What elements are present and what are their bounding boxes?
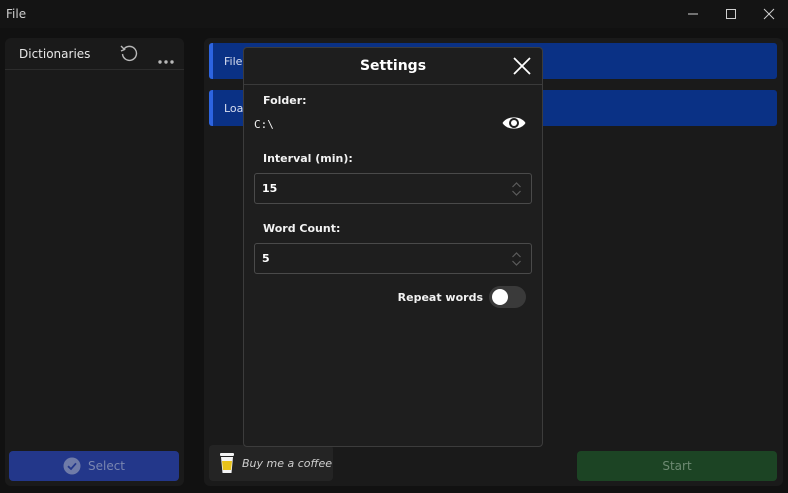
close-window-button[interactable]	[750, 0, 788, 28]
interval-label: Interval (min):	[263, 152, 353, 165]
show-folder-button[interactable]	[501, 114, 527, 136]
repeat-words-toggle[interactable]	[489, 286, 526, 308]
maximize-button[interactable]	[712, 0, 750, 28]
title-bar: File	[0, 0, 788, 28]
coffee-cup-icon	[220, 453, 234, 473]
interval-value: 15	[262, 182, 278, 195]
repeat-words-label: Repeat words	[397, 290, 483, 304]
load-bar-label: Loa	[224, 101, 244, 115]
word-count-label: Word Count:	[263, 222, 341, 235]
spin-arrows[interactable]	[511, 181, 522, 201]
eye-icon	[502, 117, 526, 129]
more-options-button[interactable]	[157, 50, 175, 69]
more-icon	[158, 60, 174, 64]
dictionaries-title: Dictionaries	[19, 46, 91, 61]
window-controls	[674, 0, 788, 28]
close-icon	[513, 57, 531, 75]
start-label: Start	[662, 459, 692, 473]
repeat-words-row: Repeat words	[398, 286, 526, 308]
select-button[interactable]: Select	[9, 451, 179, 481]
spin-arrows[interactable]	[511, 251, 522, 271]
settings-title: Settings	[359, 58, 427, 74]
word-count-spinbox[interactable]: 5	[254, 243, 532, 274]
toggle-knob	[492, 289, 508, 305]
refresh-button[interactable]	[118, 43, 140, 69]
settings-header: Settings	[244, 48, 542, 85]
refresh-icon	[120, 45, 138, 62]
folder-label: Folder:	[263, 94, 307, 107]
settings-dialog: Settings Folder: C:\ Interval (min): 15 …	[243, 47, 543, 447]
window-title[interactable]: File	[6, 7, 26, 21]
maximize-icon	[726, 9, 736, 19]
dictionaries-header: Dictionaries	[5, 38, 184, 70]
minimize-icon	[688, 13, 698, 15]
word-count-value: 5	[262, 252, 270, 265]
coffee-label: Buy me a coffee	[242, 456, 332, 470]
close-icon	[763, 8, 775, 20]
folder-path: C:\	[254, 118, 274, 131]
select-label: Select	[87, 459, 126, 473]
dictionaries-panel: Dictionaries Select	[5, 38, 184, 486]
chevron-up-down-icon	[512, 182, 521, 196]
chevron-up-down-icon	[512, 252, 521, 266]
minimize-button[interactable]	[674, 0, 712, 28]
settings-close-button[interactable]	[512, 56, 532, 80]
buy-me-a-coffee-button[interactable]: Buy me a coffee	[209, 445, 333, 481]
file-bar-label: File	[224, 54, 243, 68]
start-button[interactable]: Start	[577, 451, 777, 481]
interval-spinbox[interactable]: 15	[254, 173, 532, 204]
check-circle-icon	[63, 457, 81, 475]
